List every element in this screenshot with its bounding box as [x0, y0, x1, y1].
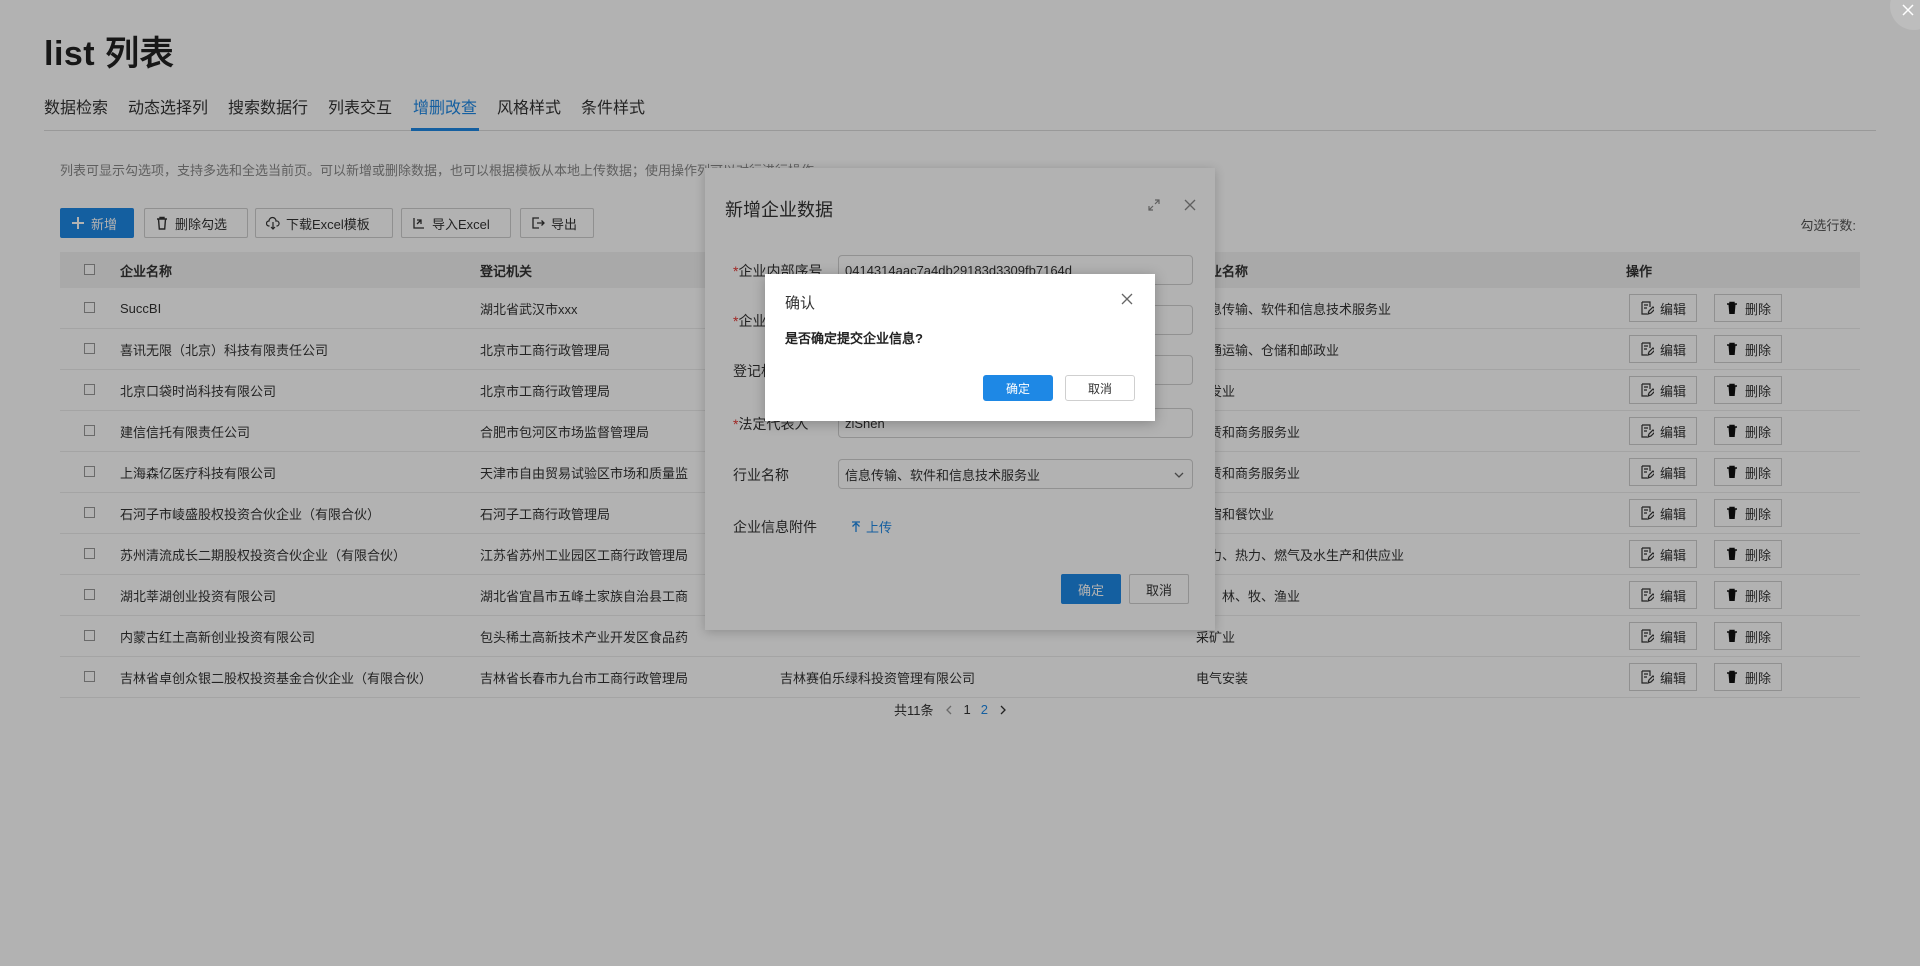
confirm-dialog: 确认 是否确定提交企业信息? 确定 取消	[765, 274, 1155, 421]
close-icon[interactable]	[1121, 293, 1133, 305]
confirm-dialog-message: 是否确定提交企业信息?	[785, 331, 923, 346]
confirm-dialog-title: 确认	[785, 295, 816, 312]
confirm-dialog-footer: 确定 取消	[983, 375, 1135, 401]
confirm-ok-button[interactable]: 确定	[983, 375, 1053, 401]
close-icon	[1902, 4, 1914, 16]
confirm-cancel-button[interactable]: 取消	[1065, 375, 1135, 401]
